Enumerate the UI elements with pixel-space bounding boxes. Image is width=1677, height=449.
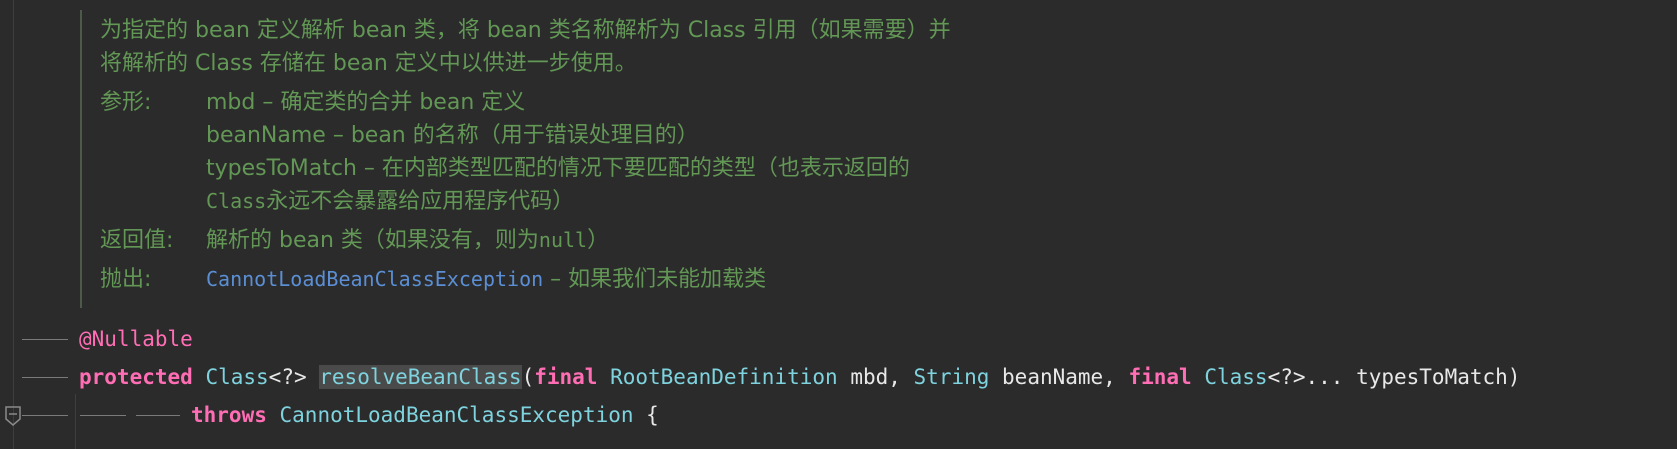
returns-text: 解析的 bean 类（如果没有，则为 [206,228,539,253]
inline-code: null [538,228,588,252]
javadoc-throws-section: 抛出: CannotLoadBeanClassException – 如果我们未… [100,263,951,296]
generic-token[interactable]: <?> [269,365,307,389]
throws-label: 抛出: [100,267,152,292]
annotation-token[interactable]: @Nullable [79,327,193,351]
type-token[interactable]: String [914,365,990,389]
keyword-token[interactable]: final [1128,365,1191,389]
identifier-token[interactable]: mbd, [838,365,914,389]
code-editor[interactable]: 为指定的 bean 定义解析 bean 类，将 bean 类名称解析为 Clas… [0,0,1677,449]
throws-value: CannotLoadBeanClassException – 如果我们未能加载类 [206,263,766,296]
keyword-token[interactable]: final [534,365,597,389]
javadoc-margin-bar [80,10,82,308]
param-continuation: Class永远不会暴露给应用程序代码） [206,185,910,218]
javadoc-rendered: 为指定的 bean 定义解析 bean 类，将 bean 类名称解析为 Clas… [100,14,951,296]
returns-label: 返回值: [100,228,174,253]
javadoc-params-section: 参形: mbd – 确定类的合并 bean 定义 beanName – bean… [100,86,951,218]
params-label: 参形: [100,90,152,115]
param-typestomatch: typesToMatch – 在内部类型匹配的情况下要匹配的类型（也表示返回的 [206,156,910,181]
whitespace-guide [22,415,68,416]
returns-value: 解析的 bean 类（如果没有，则为null） [206,224,609,257]
param-continuation-text: 永远不会暴露给应用程序代码） [266,189,575,214]
fold-marker-icon[interactable] [4,405,22,427]
type-token[interactable]: CannotLoadBeanClassException [280,403,634,427]
keyword-token[interactable]: protected [79,365,193,389]
identifier-token[interactable]: beanName, [989,365,1128,389]
inline-code: Class [206,189,267,213]
returns-close: ） [587,228,610,253]
throws-text: – 如果我们未能加载类 [543,267,767,292]
param-beanname: beanName – bean 的名称（用于错误处理目的） [206,123,699,148]
identifier-token[interactable]: <?>... typesToMatch) [1268,365,1521,389]
whitespace-guide [136,415,180,416]
paren-token[interactable]: ( [522,365,535,389]
keyword-token[interactable]: throws [191,403,267,427]
type-token[interactable]: RootBeanDefinition [610,365,838,389]
javadoc-description-line: 将解析的 Class 存储在 bean 定义中以供进一步使用。 [100,51,637,76]
whitespace-guide [80,415,126,416]
indent-guide [75,394,76,449]
javadoc-returns-section: 返回值: 解析的 bean 类（如果没有，则为null） [100,224,951,257]
brace-token[interactable]: { [634,403,659,427]
type-token[interactable]: Class [1204,365,1267,389]
type-token[interactable]: Class [205,365,268,389]
whitespace-guide [22,377,68,378]
method-name-highlighted[interactable]: resolveBeanClass [319,365,522,389]
whitespace-guide [22,339,68,340]
param-mbd: mbd – 确定类的合并 bean 定义 [206,90,526,115]
exception-link[interactable]: CannotLoadBeanClassException [206,267,543,291]
javadoc-description: 为指定的 bean 定义解析 bean 类，将 bean 类名称解析为 Clas… [100,14,951,80]
javadoc-description-line: 为指定的 bean 定义解析 bean 类，将 bean 类名称解析为 Clas… [100,18,951,43]
indent-guide [13,0,14,449]
